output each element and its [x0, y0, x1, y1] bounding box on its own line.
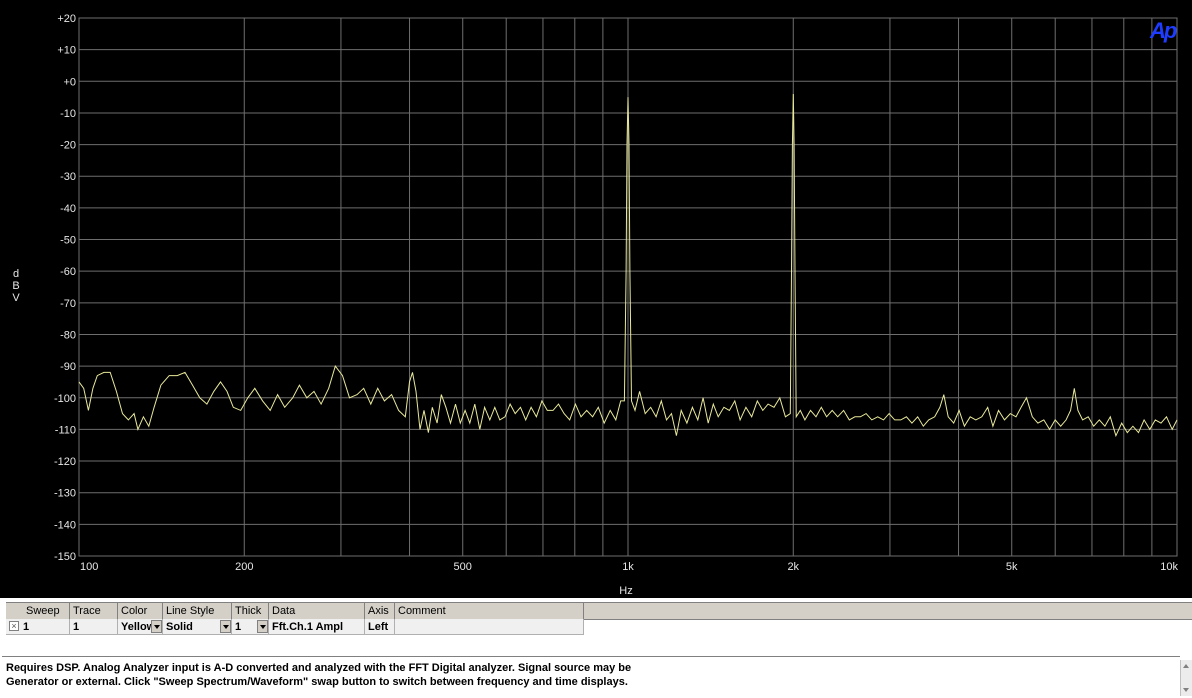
color-dropdown-icon[interactable] — [151, 620, 162, 633]
cell-trace[interactable]: 1 — [70, 619, 118, 635]
description-text: Requires DSP. Analog Analyzer input is A… — [2, 656, 1180, 696]
cell-sweep[interactable]: × 1 — [6, 619, 70, 635]
trace-enable-checkbox[interactable]: × — [9, 621, 19, 632]
y-tick-label: -50 — [60, 235, 76, 247]
scroll-up-icon[interactable] — [1182, 662, 1191, 670]
column-header-data[interactable]: Data — [269, 603, 365, 619]
trace-grid-header: Sweep Trace Color Line Style Thick Data … — [6, 602, 1192, 620]
x-axis-label: Hz — [619, 585, 632, 597]
cell-thick-value: 1 — [235, 621, 242, 633]
y-axis-label-letter: V — [12, 292, 20, 304]
y-tick-label: -140 — [54, 519, 76, 531]
cell-thick[interactable]: 1 — [232, 619, 269, 635]
column-header-axis[interactable]: Axis — [365, 603, 395, 619]
y-tick-label: -150 — [54, 551, 76, 563]
description-line: Generator or external. Click "Sweep Spec… — [6, 676, 628, 688]
y-tick-label: +10 — [57, 45, 76, 57]
thick-dropdown-icon[interactable] — [257, 620, 268, 633]
x-tick-label: 500 — [454, 561, 472, 573]
scroll-down-icon[interactable] — [1182, 686, 1191, 694]
x-tick-label: 5k — [1006, 561, 1018, 573]
description-scrollbar[interactable] — [1180, 660, 1192, 696]
y-tick-label: -80 — [60, 329, 76, 341]
cell-color[interactable]: Yellow — [118, 619, 163, 635]
cell-line-style-value: Solid — [166, 621, 193, 633]
y-tick-label: -70 — [60, 298, 76, 310]
cell-comment[interactable] — [395, 619, 584, 635]
cell-axis[interactable]: Left — [365, 619, 395, 635]
cell-data[interactable]: Fft.Ch.1 Ampl — [269, 619, 365, 635]
y-tick-label: -90 — [60, 361, 76, 373]
y-tick-label: -10 — [60, 108, 76, 120]
column-header-line-style[interactable]: Line Style — [163, 603, 232, 619]
cell-line-style[interactable]: Solid — [163, 619, 232, 635]
ap-logo: Ap — [1150, 18, 1177, 43]
x-tick-label: 10k — [1160, 561, 1178, 573]
column-header-sweep[interactable]: Sweep — [6, 603, 70, 619]
spectrum-chart: +20 +10 +0 -10 -20 -30 -40 -50 -60 -70 -80 -90 -100 -… — [54, 13, 1179, 597]
y-axis-label: d B V — [10, 268, 22, 304]
y-tick-label: -30 — [60, 171, 76, 183]
cell-sweep-value: 1 — [23, 621, 30, 633]
column-header-color[interactable]: Color — [118, 603, 163, 619]
y-tick-label: +20 — [57, 13, 76, 25]
column-header-trace[interactable]: Trace — [70, 603, 118, 619]
line-style-dropdown-icon[interactable] — [220, 620, 231, 633]
y-tick-label: -130 — [54, 488, 76, 500]
x-tick-label: 200 — [235, 561, 253, 573]
y-tick-label: -40 — [60, 203, 76, 215]
column-header-comment[interactable]: Comment — [395, 603, 584, 619]
y-tick-label: -110 — [55, 424, 76, 436]
grid-header-filler — [584, 603, 1192, 619]
x-tick-label: 2k — [787, 561, 799, 573]
column-header-thick[interactable]: Thick — [232, 603, 269, 619]
y-tick-label: -100 — [54, 393, 76, 405]
plot-area[interactable]: +20 +10 +0 -10 -20 -30 -40 -50 -60 -70 -80 -90 -100 -… — [0, 0, 1192, 598]
x-tick-label: 100 — [80, 561, 98, 573]
x-tick-label: 1k — [622, 561, 634, 573]
description-line: Requires DSP. Analog Analyzer input is A… — [6, 662, 632, 674]
trace-row[interactable]: × 1 1 Yellow Solid 1 Fft.Ch.1 Ampl Left — [6, 619, 584, 635]
y-tick-label: +0 — [63, 76, 76, 88]
trace-panel: Sweep Trace Color Line Style Thick Data … — [0, 598, 1192, 698]
y-axis-label-letter: B — [12, 280, 20, 292]
y-tick-label: -60 — [60, 266, 76, 278]
y-tick-label: -20 — [60, 140, 76, 152]
y-tick-label: -120 — [54, 456, 76, 468]
y-axis-label-letter: d — [12, 268, 20, 280]
